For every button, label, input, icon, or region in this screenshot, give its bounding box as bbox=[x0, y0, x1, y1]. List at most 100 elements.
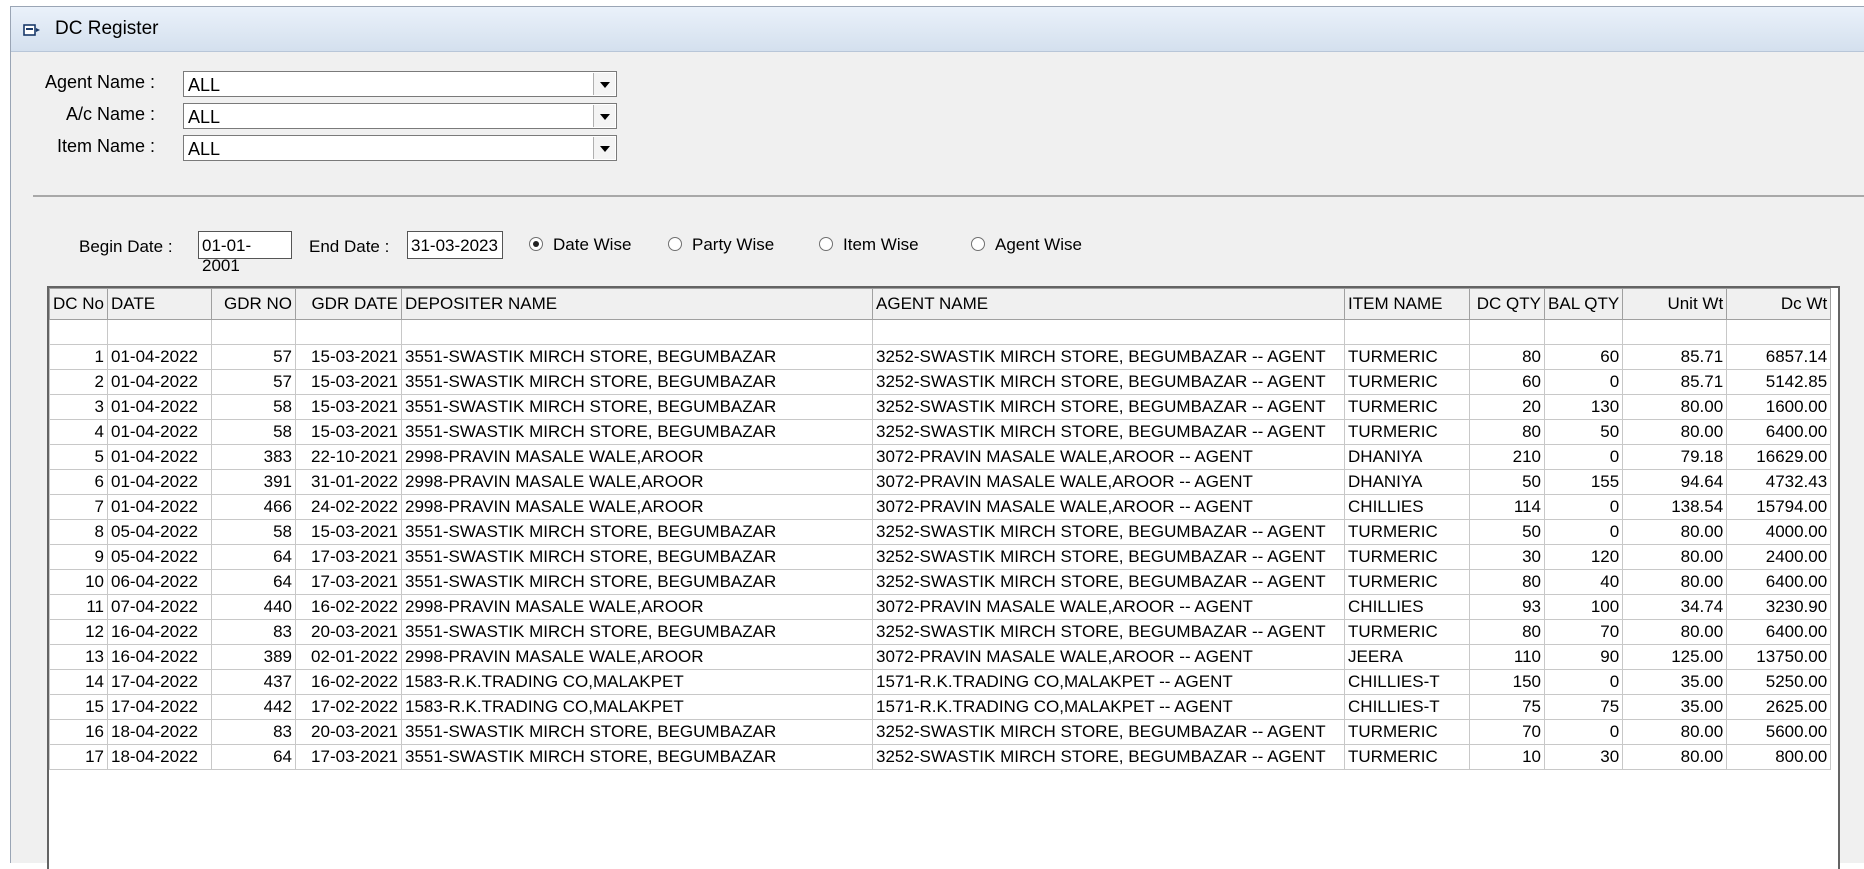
table-cell: 01-04-2022 bbox=[107, 419, 213, 445]
ac-name-label: A/c Name : bbox=[65, 104, 155, 124]
table-cell: 64 bbox=[211, 744, 297, 770]
table-cell: 15-03-2021 bbox=[295, 419, 403, 445]
table-cell: 8 bbox=[49, 519, 109, 545]
radio-party-wise[interactable]: Party Wise bbox=[668, 235, 774, 255]
ac-name-combo[interactable]: ALL bbox=[183, 103, 617, 129]
window-app-icon bbox=[23, 24, 40, 36]
table-cell: 3551-SWASTIK MIRCH STORE, BEGUMBAZAR bbox=[401, 744, 874, 770]
table-cell: 64 bbox=[211, 569, 297, 595]
table-cell: CHILLIES bbox=[1344, 594, 1471, 620]
table-cell: 70 bbox=[1544, 619, 1624, 645]
col-header-depositer-name[interactable]: DEPOSITER NAME bbox=[401, 288, 874, 320]
table-cell: 3551-SWASTIK MIRCH STORE, BEGUMBAZAR bbox=[401, 569, 874, 595]
chevron-down-icon[interactable] bbox=[593, 137, 615, 159]
chevron-down-icon[interactable] bbox=[593, 105, 615, 127]
col-header-dc-wt[interactable]: Dc Wt bbox=[1726, 288, 1832, 320]
col-header-gdr-date[interactable]: GDR DATE bbox=[295, 288, 403, 320]
chevron-down-icon[interactable] bbox=[593, 73, 615, 95]
table-cell: 20 bbox=[1469, 394, 1546, 420]
table-row[interactable]: 4 01-04-2022 58 15-03-2021 3551-SWASTIK MIRC… bbox=[49, 419, 1832, 445]
begin-date-input[interactable]: 01-01-2001 bbox=[198, 231, 292, 275]
table-row[interactable]: 15 17-04-2022 442 17-02-2022 1583-R.K.TRADIN… bbox=[49, 694, 1832, 720]
table-row[interactable]: 9 05-04-2022 64 17-03-2021 3551-SWASTIK MIRC… bbox=[49, 544, 1832, 570]
table-cell: 2998-PRAVIN MASALE WALE,AROOR bbox=[401, 494, 874, 520]
table-cell: 35.00 bbox=[1622, 694, 1728, 720]
table-cell: 6857.14 bbox=[1726, 344, 1832, 370]
table-cell: 80.00 bbox=[1622, 394, 1728, 420]
col-header-date[interactable]: DATE bbox=[107, 288, 213, 320]
table-row[interactable]: 8 05-04-2022 58 15-03-2021 3551-SWASTIK MIRC… bbox=[49, 519, 1832, 545]
table-cell: 31-01-2022 bbox=[295, 469, 403, 495]
begin-date-label: Begin Date : bbox=[79, 237, 173, 256]
table-cell: 3072-PRAVIN MASALE WALE,AROOR -- AGENT bbox=[872, 594, 1346, 620]
col-header-unit-wt[interactable]: Unit Wt bbox=[1622, 288, 1728, 320]
radio-unchecked-icon bbox=[668, 237, 682, 251]
col-header-item-name[interactable]: ITEM NAME bbox=[1344, 288, 1471, 320]
table-cell: 3551-SWASTIK MIRCH STORE, BEGUMBAZAR bbox=[401, 394, 874, 420]
dc-register-grid[interactable]: DC No DATE GDR NO GDR DATE DEPOSITER NAM… bbox=[47, 286, 1840, 869]
radio-date-wise[interactable]: Date Wise bbox=[529, 235, 631, 255]
table-cell: 2998-PRAVIN MASALE WALE,AROOR bbox=[401, 469, 874, 495]
table-row[interactable]: 11 07-04-2022 440 16-02-2022 2998-PRAVIN MAS… bbox=[49, 594, 1832, 620]
item-name-combo[interactable]: ALL bbox=[183, 135, 617, 161]
table-cell: 05-04-2022 bbox=[107, 519, 213, 545]
table-row[interactable]: 10 06-04-2022 64 17-03-2021 3551-SWASTIK MIR… bbox=[49, 569, 1832, 595]
table-cell: 17 bbox=[49, 744, 109, 770]
table-cell: 389 bbox=[211, 644, 297, 670]
item-name-label: Item Name : bbox=[56, 136, 155, 156]
table-cell: 383 bbox=[211, 444, 297, 470]
radio-item-wise[interactable]: Item Wise bbox=[819, 235, 919, 255]
table-cell: DHANIYA bbox=[1344, 469, 1471, 495]
table-cell bbox=[872, 319, 1346, 345]
col-header-dc-qty[interactable]: DC QTY bbox=[1469, 288, 1546, 320]
radio-unchecked-icon bbox=[971, 237, 985, 251]
table-cell: 17-04-2022 bbox=[107, 694, 213, 720]
table-cell: CHILLIES-T bbox=[1344, 694, 1471, 720]
table-cell: TURMERIC bbox=[1344, 719, 1471, 745]
col-header-bal-qty[interactable]: BAL QTY bbox=[1544, 288, 1624, 320]
table-row[interactable]: 5 01-04-2022 383 22-10-2021 2998-PRAVIN MASA… bbox=[49, 444, 1832, 470]
table-cell: 3252-SWASTIK MIRCH STORE, BEGUMBAZAR -- … bbox=[872, 344, 1346, 370]
table-row[interactable]: 2 01-04-2022 57 15-03-2021 3551-SWASTIK MIRC… bbox=[49, 369, 1832, 395]
agent-name-value: ALL bbox=[188, 75, 221, 95]
radio-agent-wise[interactable]: Agent Wise bbox=[971, 235, 1082, 255]
table-row-empty[interactable] bbox=[49, 319, 1832, 345]
table-header-row: DC No DATE GDR NO GDR DATE DEPOSITER NAM… bbox=[49, 288, 1832, 320]
agent-name-combo[interactable]: ALL bbox=[183, 71, 617, 97]
end-date-input[interactable]: 31-03-2023 bbox=[407, 231, 503, 259]
radio-party-wise-label: Party Wise bbox=[692, 235, 775, 254]
table-cell: 442 bbox=[211, 694, 297, 720]
table-cell: 0 bbox=[1544, 494, 1624, 520]
table-cell: 05-04-2022 bbox=[107, 544, 213, 570]
col-header-dc-no[interactable]: DC No bbox=[49, 288, 109, 320]
table-cell: TURMERIC bbox=[1344, 544, 1471, 570]
table-row[interactable]: 14 17-04-2022 437 16-02-2022 1583-R.K.TRADIN… bbox=[49, 669, 1832, 695]
ac-name-value: ALL bbox=[188, 107, 221, 127]
table-cell: 80.00 bbox=[1622, 619, 1728, 645]
table-row[interactable]: 6 01-04-2022 391 31-01-2022 2998-PRAVIN MASA… bbox=[49, 469, 1832, 495]
table-cell: 3551-SWASTIK MIRCH STORE, BEGUMBAZAR bbox=[401, 344, 874, 370]
col-header-agent-name[interactable]: AGENT NAME bbox=[872, 288, 1346, 320]
table-cell: 93 bbox=[1469, 594, 1546, 620]
table-cell: 35.00 bbox=[1622, 669, 1728, 695]
table-cell: 0 bbox=[1544, 669, 1624, 695]
agent-name-label: Agent Name : bbox=[44, 72, 155, 92]
table-cell: 11 bbox=[49, 594, 109, 620]
table-row[interactable]: 16 18-04-2022 83 20-03-2021 3551-SWASTIK MIR… bbox=[49, 719, 1832, 745]
table-row[interactable]: 12 16-04-2022 83 20-03-2021 3551-SWASTIK MIR… bbox=[49, 619, 1832, 645]
table-row[interactable]: 1 01-04-2022 57 15-03-2021 3551-SWASTIK MIRC… bbox=[49, 344, 1832, 370]
table-cell: 3252-SWASTIK MIRCH STORE, BEGUMBAZAR -- … bbox=[872, 619, 1346, 645]
table-cell: 3072-PRAVIN MASALE WALE,AROOR -- AGENT bbox=[872, 644, 1346, 670]
table-cell: 58 bbox=[211, 394, 297, 420]
table-row[interactable]: 13 16-04-2022 389 02-01-2022 2998-PRAVIN MAS… bbox=[49, 644, 1832, 670]
table-cell: 17-02-2022 bbox=[295, 694, 403, 720]
table-cell: 3072-PRAVIN MASALE WALE,AROOR -- AGENT bbox=[872, 469, 1346, 495]
table-row[interactable]: 17 18-04-2022 64 17-03-2021 3551-SWASTIK MIR… bbox=[49, 744, 1832, 770]
table-row[interactable]: 7 01-04-2022 466 24-02-2022 2998-PRAVIN MASA… bbox=[49, 494, 1832, 520]
table-cell: 2998-PRAVIN MASALE WALE,AROOR bbox=[401, 444, 874, 470]
table-row[interactable]: 3 01-04-2022 58 15-03-2021 3551-SWASTIK MIRC… bbox=[49, 394, 1832, 420]
table-cell: TURMERIC bbox=[1344, 519, 1471, 545]
table-cell: 17-03-2021 bbox=[295, 744, 403, 770]
table-cell: 114 bbox=[1469, 494, 1546, 520]
col-header-gdr-no[interactable]: GDR NO bbox=[211, 288, 297, 320]
